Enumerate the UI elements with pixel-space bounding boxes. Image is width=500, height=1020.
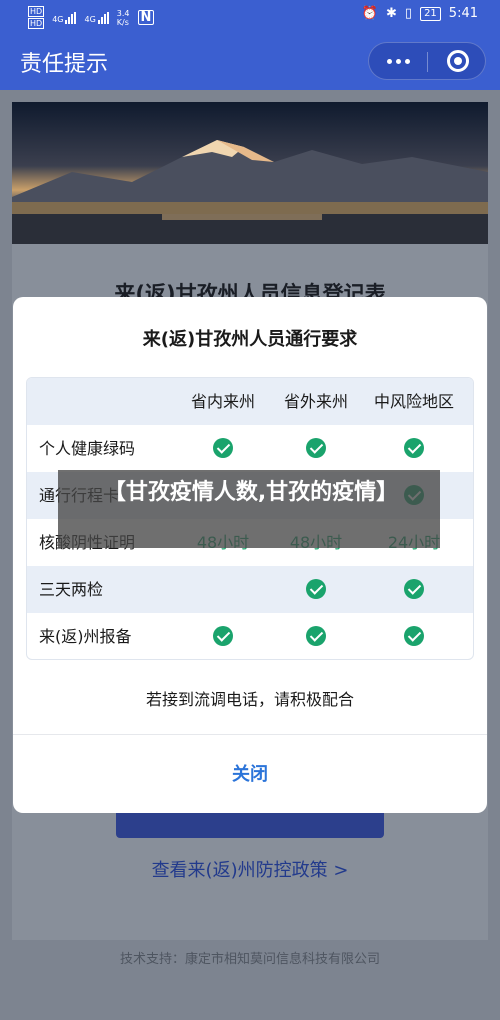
signal-icon-2: 4G [84, 11, 109, 24]
column-header: 省外来州 [283, 392, 348, 411]
row-label: 个人健康绿码 [39, 439, 136, 458]
title-bar: 责任提示 [0, 32, 500, 90]
mountain-lake-banner [12, 102, 488, 244]
network-speed: 3.4 K/s [116, 8, 130, 27]
title-overlay: 【甘孜疫情人数,甘孜的疫情】 [58, 470, 440, 548]
check-icon [213, 438, 233, 458]
capsule-divider [427, 52, 428, 72]
divider [13, 734, 487, 735]
status-bar: HD HD 4G 4G 3.4 K/s N ⏰ ✱ ▯ 21 5:41 [0, 0, 500, 32]
check-icon [404, 626, 424, 646]
row-label: 来(返)州报备 [39, 627, 132, 646]
battery-icon: 21 [420, 6, 441, 21]
overlay-title: 【甘孜疫情人数,甘孜的疫情】 [103, 480, 399, 505]
clock: 5:41 [448, 6, 478, 21]
tech-support-text: 技术支持：康定市相知莫问信息科技有限公司 [119, 952, 380, 967]
column-header: 省内来州 [190, 392, 255, 411]
modal-title: 来(返)甘孜州人员通行要求 [142, 329, 358, 350]
hd-badge-2: HD [28, 18, 45, 29]
bluetooth-icon: ✱ [386, 6, 397, 21]
nfc-icon: N [137, 10, 155, 25]
policy-link[interactable]: 查看来(返)州防控政策 > [12, 856, 488, 882]
table-row: 三天两检 [27, 566, 473, 613]
table-header: 省内来州 省外来州 中风险地区 [27, 378, 473, 425]
table-row: 来(返)州报备 [27, 613, 473, 659]
check-icon [404, 438, 424, 458]
close-button[interactable]: 关闭 [200, 760, 300, 786]
check-icon [306, 438, 326, 458]
check-icon [306, 579, 326, 599]
mini-program-capsule [368, 42, 486, 80]
check-icon [213, 626, 233, 646]
column-header: 中风险地区 [373, 392, 454, 411]
notice-text: 若接到流调电话，请积极配合 [145, 690, 354, 709]
signal-icon: 4G [52, 11, 77, 24]
vibrate-icon: ▯ [404, 6, 413, 21]
banner-image [12, 140, 488, 244]
row-label: 三天两检 [39, 580, 104, 599]
hd-badge: HD [28, 6, 45, 17]
requirements-modal: 来(返)甘孜州人员通行要求 省内来州 省外来州 中风险地区 个人健康绿码 通行行… [13, 297, 487, 813]
check-icon [306, 626, 326, 646]
close-target-icon[interactable] [447, 50, 469, 72]
page-title: 责任提示 [20, 52, 109, 77]
table-row: 个人健康绿码 [27, 425, 473, 472]
alarm-icon: ⏰ [361, 6, 378, 21]
check-icon [404, 579, 424, 599]
more-icon[interactable] [369, 43, 427, 79]
